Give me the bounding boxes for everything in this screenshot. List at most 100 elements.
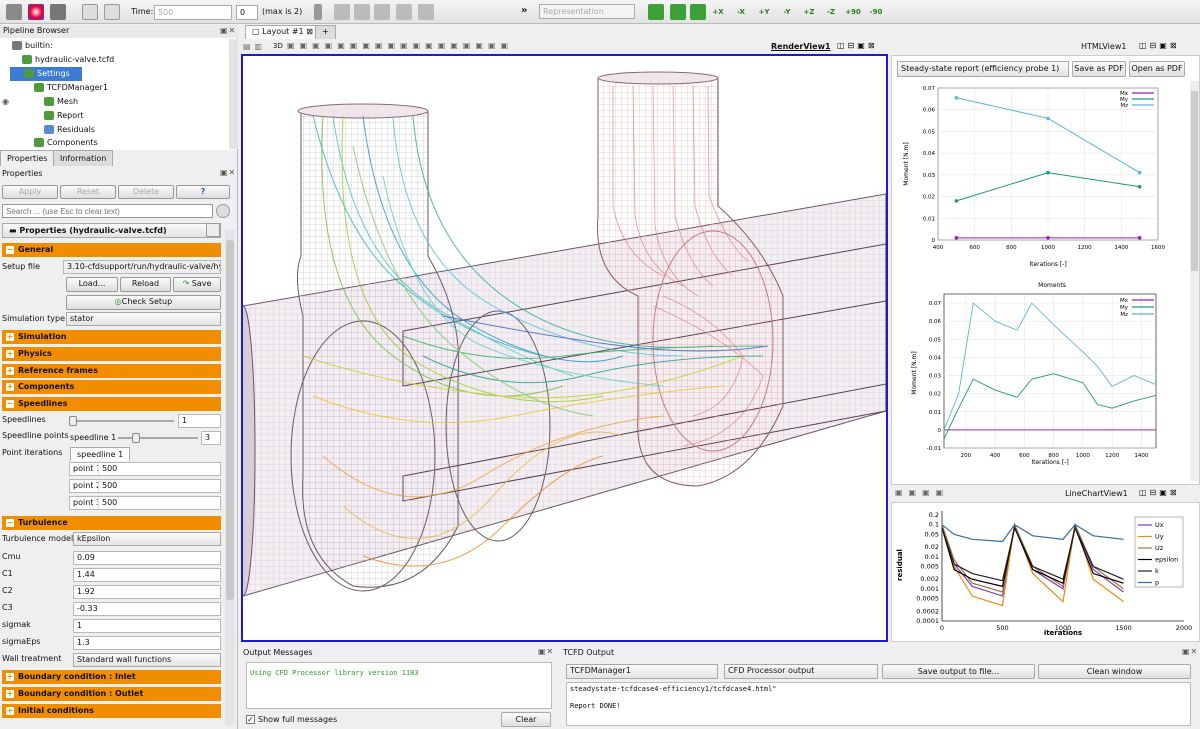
section-boundary-inlet[interactable]: + Boundary condition : Inlet	[2, 670, 221, 684]
view-minus-x-button[interactable]: -X	[731, 3, 751, 21]
representation-select[interactable]: Representation	[539, 4, 635, 19]
reset-camera-icon[interactable]	[648, 4, 664, 20]
filter-icon[interactable]	[334, 4, 350, 20]
html-split-icons[interactable]: ◫⊟▣⊠	[1139, 41, 1180, 50]
html-scrollbar[interactable]	[1190, 81, 1199, 481]
tree-item-hydraulic-valve[interactable]: hydraulic-valve.tcfd	[22, 53, 114, 67]
c2-field[interactable]: 1.92	[73, 585, 221, 599]
tab-information[interactable]: Information	[53, 150, 114, 166]
tree-item-components[interactable]: Components	[34, 136, 98, 150]
properties-dock-icons[interactable]: ▣✕	[220, 168, 236, 177]
help-button[interactable]: ?	[176, 185, 230, 199]
tree-item-builtin[interactable]: builtin:	[12, 39, 53, 53]
c1-field[interactable]: 1.44	[73, 568, 221, 582]
tree-item-residuals[interactable]: Residuals	[44, 123, 95, 137]
reload-button[interactable]: Reload	[120, 277, 171, 292]
add-layout-tab[interactable]: +	[315, 25, 336, 39]
color-wheel-icon[interactable]	[28, 4, 44, 20]
tab-close-icon[interactable]: ⊠	[306, 27, 313, 36]
load-button[interactable]: Load...	[66, 277, 118, 292]
delete-button[interactable]: Delete	[118, 185, 174, 199]
tree-item-report[interactable]: Report	[44, 109, 84, 123]
toggle-3d-button[interactable]: 3D	[273, 42, 283, 50]
section-components[interactable]: + Components	[2, 380, 221, 394]
film-icon[interactable]	[50, 4, 66, 20]
clear-button[interactable]: Clear	[501, 712, 551, 727]
view-plus-z-button[interactable]: +Z	[799, 3, 819, 21]
time-input[interactable]: 500	[154, 5, 232, 20]
speedline-points-field[interactable]: 3	[201, 431, 221, 445]
section-physics[interactable]: + Physics	[2, 347, 221, 361]
view-minus-z-button[interactable]: -Z	[821, 3, 841, 21]
manager-select[interactable]: TCFDManager1	[566, 664, 718, 679]
split-view-icons[interactable]: ◫⊟▣⊠	[837, 41, 878, 50]
view-plus-x-button[interactable]: +X	[708, 3, 728, 21]
point-2-field[interactable]: 500	[98, 480, 220, 492]
chart-tool-icons[interactable]: ▣▣▣▣	[895, 488, 949, 497]
document-icon[interactable]	[82, 4, 98, 20]
selection-tool-icons[interactable]: ▣▣▣▣▣▣▣▣▣▣▣▣▣▣▣▣▣▣	[287, 41, 513, 50]
reset-button[interactable]: Reset	[60, 185, 116, 199]
speedlines-slider[interactable]	[69, 416, 174, 426]
section-turbulence[interactable]: − Turbulence	[2, 516, 221, 530]
tree-item-mesh[interactable]: Mesh	[44, 95, 78, 109]
section-general[interactable]: − General	[2, 243, 221, 257]
view-tool-icons[interactable]: ▤▥	[243, 42, 266, 51]
report-select[interactable]: Steady-state report (efficiency probe 1)	[897, 61, 1069, 77]
speedlines-field[interactable]: 1	[178, 414, 221, 428]
point-3-field[interactable]: 500	[98, 497, 220, 509]
pipeline-scrollbar[interactable]	[229, 39, 238, 149]
zoom-box-icon[interactable]	[690, 4, 706, 20]
view-plus-y-button[interactable]: +Y	[754, 3, 774, 21]
slider-handle[interactable]	[132, 433, 140, 443]
save-output-button[interactable]: Save output to file...	[882, 664, 1035, 679]
extend-icon[interactable]	[374, 4, 390, 20]
gear-icon[interactable]	[216, 204, 230, 218]
scrollbar-thumb[interactable]	[1191, 91, 1198, 271]
tab-layout-1[interactable]: ▢ Layout #1 ⊠	[245, 25, 320, 39]
section-boundary-outlet[interactable]: + Boundary condition : Outlet	[2, 687, 221, 701]
output-source-select[interactable]: CFD Processor output	[724, 664, 878, 679]
copy-icon[interactable]	[206, 223, 220, 237]
view-minus-y-button[interactable]: -Y	[777, 3, 797, 21]
section-reference-frames[interactable]: + Reference frames	[2, 364, 221, 378]
more-label[interactable]: »	[521, 5, 527, 16]
query-icon[interactable]	[396, 4, 412, 20]
section-speedlines[interactable]: − Speedlines	[2, 397, 221, 411]
tab-properties[interactable]: Properties	[0, 150, 55, 166]
sigmaeps-field[interactable]: 1.3	[73, 636, 221, 650]
slider-handle[interactable]	[69, 416, 77, 426]
tree-item-tcfdmanager[interactable]: TCFDManager1	[34, 81, 108, 95]
cmu-field[interactable]: 0.09	[73, 551, 221, 565]
linechart-split-icons[interactable]: ◫⊟▣⊠	[1139, 488, 1180, 497]
apply-button[interactable]: Apply	[2, 185, 58, 199]
dock-float-close-icon[interactable]: ▣✕	[1182, 647, 1198, 656]
rotate-minus-90-button[interactable]: -90	[866, 3, 886, 21]
dock-float-close-icon[interactable]: ▣✕	[538, 647, 554, 656]
setup-file-field[interactable]: 3.10-cfdsupport/run/hydraulic-valve/hydr	[63, 260, 221, 274]
tree-item-settings[interactable]: Settings	[10, 67, 82, 81]
document-add-icon[interactable]	[104, 4, 120, 20]
simulation-type-select[interactable]: stator	[66, 312, 221, 326]
c3-field[interactable]: -0.33	[73, 602, 221, 616]
render-view[interactable]	[241, 54, 888, 642]
timestep-spinbox[interactable]: 0	[236, 5, 258, 20]
search-input[interactable]	[2, 204, 213, 218]
eye-icon[interactable]	[418, 4, 434, 20]
properties-scrollbar[interactable]	[225, 230, 235, 725]
glyph-icon[interactable]	[314, 4, 322, 20]
point-1-field[interactable]: 500	[98, 463, 220, 475]
save-button[interactable]: ↷ Save	[173, 277, 221, 292]
section-initial-conditions[interactable]: + Initial conditions	[2, 704, 221, 718]
show-full-messages-checkbox[interactable]: ✓	[246, 715, 255, 724]
zoom-data-icon[interactable]	[670, 4, 686, 20]
clean-window-button[interactable]: Clean window	[1038, 664, 1191, 679]
save-as-pdf-button[interactable]: Save as PDF	[1072, 61, 1126, 77]
open-as-pdf-button[interactable]: Open as PDF	[1129, 61, 1185, 77]
section-simulation[interactable]: + Simulation	[2, 330, 221, 344]
sigmak-field[interactable]: 1	[73, 619, 221, 633]
check-setup-button[interactable]: ◎Check Setup	[66, 295, 221, 310]
wall-treatment-select[interactable]: Standard wall functions	[73, 653, 221, 667]
resize-icon[interactable]	[354, 4, 370, 20]
speedline-points-slider[interactable]	[118, 433, 198, 443]
